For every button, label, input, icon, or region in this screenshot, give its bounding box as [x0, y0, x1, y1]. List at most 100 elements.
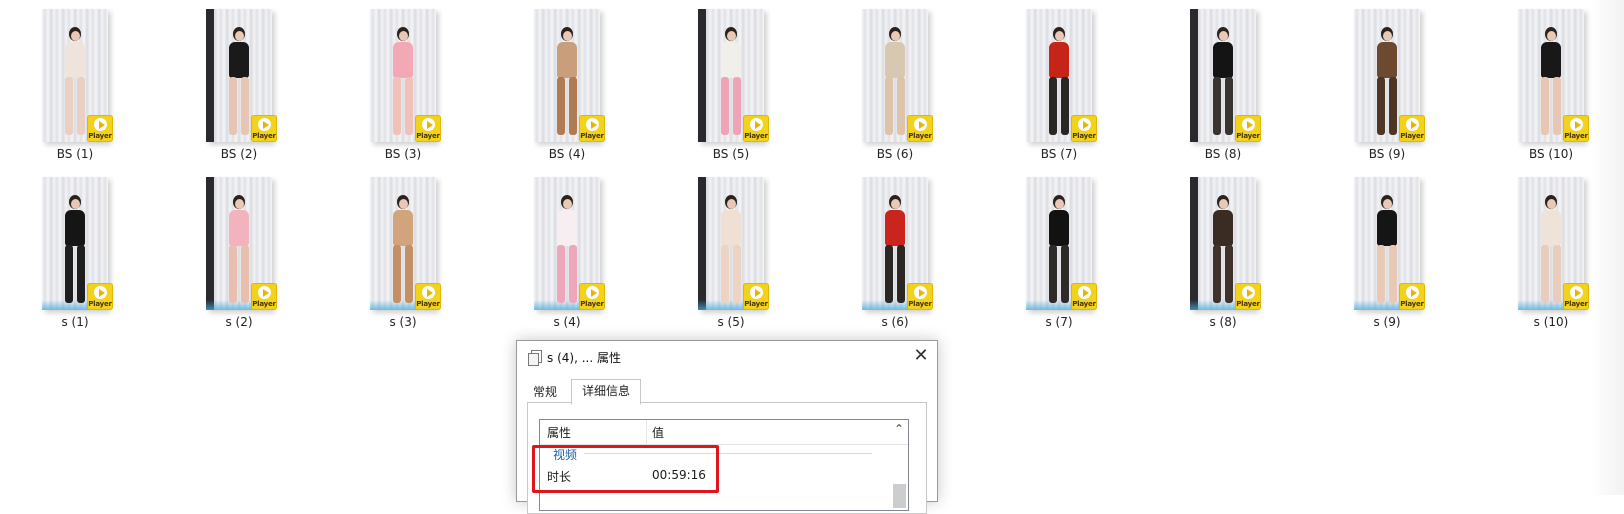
figure-face: [562, 31, 572, 41]
figure-leg: [1389, 77, 1397, 135]
file-name[interactable]: BS (3): [343, 147, 463, 161]
play-icon: [1411, 121, 1417, 129]
figure-leg: [885, 77, 893, 135]
player-app-icon: Player: [907, 283, 933, 310]
file-item[interactable]: Player BS (9): [1354, 9, 1474, 174]
figure-face: [234, 199, 244, 209]
file-name[interactable]: BS (1): [15, 147, 135, 161]
file-name[interactable]: BS (5): [671, 147, 791, 161]
file-item[interactable]: Player s (2): [206, 177, 326, 342]
play-icon: [919, 121, 925, 129]
player-app-icon: Player: [579, 115, 605, 142]
file-name[interactable]: BS (7): [999, 147, 1119, 161]
play-icon: [263, 289, 269, 297]
play-icon: [591, 289, 597, 297]
play-icon: [263, 121, 269, 129]
figure-face: [726, 31, 736, 41]
file-name[interactable]: BS (4): [507, 147, 627, 161]
file-name[interactable]: s (8): [1163, 315, 1283, 329]
figure-leg: [569, 245, 577, 303]
file-name[interactable]: BS (8): [1163, 147, 1283, 161]
player-app-icon: Player: [251, 283, 277, 310]
figure-face: [1546, 199, 1556, 209]
play-icon: [1575, 121, 1581, 129]
figure-leg: [1213, 77, 1221, 135]
file-item[interactable]: Player s (6): [862, 177, 982, 342]
figure-leg: [897, 77, 905, 135]
file-item[interactable]: Player BS (3): [370, 9, 490, 174]
play-icon: [427, 289, 433, 297]
figure-leg: [897, 245, 905, 303]
player-badge-label: Player: [88, 132, 112, 140]
column-header-value[interactable]: 值: [652, 424, 664, 441]
figure-leg: [557, 245, 565, 303]
file-name[interactable]: BS (6): [835, 147, 955, 161]
figure-leg: [721, 77, 729, 135]
scrollbar-thumb[interactable]: [893, 484, 906, 508]
file-name[interactable]: s (4): [507, 315, 627, 329]
figure-leg: [229, 77, 237, 135]
file-item[interactable]: Player s (1): [42, 177, 162, 342]
figure-outfit: [229, 210, 249, 246]
player-app-icon: Player: [1235, 115, 1261, 142]
player-app-icon: Player: [1399, 283, 1425, 310]
player-badge-label: Player: [908, 300, 932, 308]
player-app-icon: Player: [1071, 283, 1097, 310]
figure-leg: [557, 77, 565, 135]
player-app-icon: Player: [415, 283, 441, 310]
file-item[interactable]: Player s (9): [1354, 177, 1474, 342]
properties-icon: [528, 350, 542, 366]
figure-leg: [1389, 245, 1397, 303]
play-icon: [919, 289, 925, 297]
file-item[interactable]: Player BS (2): [206, 9, 326, 174]
file-item[interactable]: Player s (4): [534, 177, 654, 342]
figure-leg: [1213, 245, 1221, 303]
figure-outfit: [1213, 42, 1233, 78]
file-name[interactable]: s (3): [343, 315, 463, 329]
figure-face: [398, 31, 408, 41]
file-name[interactable]: s (5): [671, 315, 791, 329]
file-item[interactable]: Player s (5): [698, 177, 818, 342]
figure-face: [234, 31, 244, 41]
file-item[interactable]: Player s (3): [370, 177, 490, 342]
file-name[interactable]: s (1): [15, 315, 135, 329]
file-item[interactable]: Player BS (5): [698, 9, 818, 174]
figure-face: [1546, 31, 1556, 41]
column-header-property[interactable]: 属性: [547, 424, 571, 441]
file-item[interactable]: Player BS (4): [534, 9, 654, 174]
window-edge-shadow: [1590, 0, 1624, 495]
figure-outfit: [557, 42, 577, 78]
figure-leg: [569, 77, 577, 135]
file-grid: Player BS (1) Player BS (2) Player BS (3) Play…: [0, 0, 1624, 340]
file-item[interactable]: Player BS (6): [862, 9, 982, 174]
file-item[interactable]: Player BS (1): [42, 9, 162, 174]
player-badge-label: Player: [1400, 300, 1424, 308]
file-name[interactable]: s (9): [1327, 315, 1447, 329]
file-item[interactable]: Player BS (7): [1026, 9, 1146, 174]
file-name[interactable]: s (2): [179, 315, 299, 329]
tab-general[interactable]: 常规: [529, 381, 569, 403]
column-divider[interactable]: [646, 420, 647, 444]
file-item[interactable]: Player BS (8): [1190, 9, 1310, 174]
figure-outfit: [885, 42, 905, 78]
chevron-up-icon[interactable]: ⌃: [894, 422, 904, 436]
player-badge-label: Player: [1564, 132, 1588, 140]
figure-leg: [1553, 245, 1561, 303]
figure-leg: [65, 77, 73, 135]
property-list-header: 属性 值 ⌃: [540, 420, 908, 445]
file-name[interactable]: BS (9): [1327, 147, 1447, 161]
tab-details[interactable]: 详细信息: [571, 379, 641, 405]
file-item[interactable]: Player s (8): [1190, 177, 1310, 342]
figure-leg: [1225, 245, 1233, 303]
player-badge-label: Player: [1072, 132, 1096, 140]
figure-leg: [393, 77, 401, 135]
file-name[interactable]: s (7): [999, 315, 1119, 329]
figure-face: [70, 31, 80, 41]
file-item[interactable]: Player s (7): [1026, 177, 1146, 342]
close-icon[interactable]: ✕: [909, 345, 933, 367]
play-icon: [1083, 121, 1089, 129]
figure-leg: [1061, 245, 1069, 303]
file-name[interactable]: s (6): [835, 315, 955, 329]
play-icon: [1411, 289, 1417, 297]
file-name[interactable]: BS (2): [179, 147, 299, 161]
